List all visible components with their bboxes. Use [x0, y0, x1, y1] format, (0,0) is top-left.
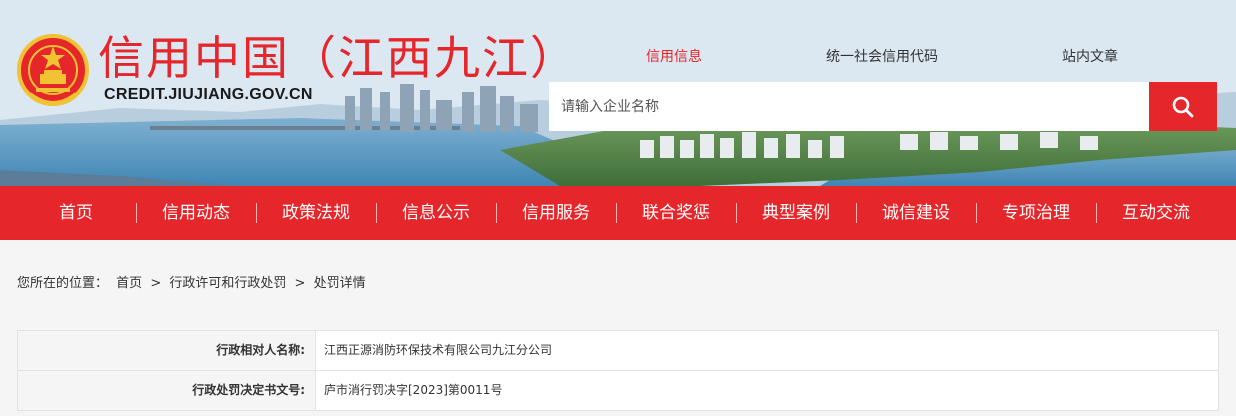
nav-item-interaction[interactable]: 互动交流 — [1096, 186, 1216, 240]
search-tabs: 信用信息 统一社会信用代码 站内文章 — [548, 46, 1216, 70]
nav-item-credit-news[interactable]: 信用动态 — [136, 186, 256, 240]
row-label: 行政处罚决定书文号: — [18, 371, 316, 410]
breadcrumb-home[interactable]: 首页 — [116, 276, 142, 291]
site-header: 信用中国（江西九江） CREDIT.JIUJIANG.GOV.CN 信用信息 统… — [0, 0, 1236, 186]
search-input[interactable] — [549, 82, 1149, 131]
table-row: 行政处罚决定书文号: 庐市消行罚决字[2023]第0011号 — [18, 371, 1218, 411]
breadcrumb-permits-penalties[interactable]: 行政许可和行政处罚 — [169, 276, 286, 291]
row-value: 庐市消行罚决字[2023]第0011号 — [324, 383, 503, 397]
search-tab-site-articles[interactable]: 站内文章 — [1062, 46, 1118, 66]
nav-item-credit-services[interactable]: 信用服务 — [496, 186, 616, 240]
breadcrumb-current: 处罚详情 — [313, 276, 366, 291]
nav-item-info-publicity[interactable]: 信息公示 — [376, 186, 496, 240]
table-row: 行政相对人名称: 江西正源消防环保技术有限公司九江分公司 — [18, 331, 1218, 371]
breadcrumb-separator: > — [294, 276, 306, 291]
site-title: 信用中国（江西九江） — [98, 31, 578, 85]
nav-item-home[interactable]: 首页 — [16, 186, 136, 240]
row-label: 行政相对人名称: — [18, 331, 316, 370]
nav-item-typical-cases[interactable]: 典型案例 — [736, 186, 856, 240]
nav-item-integrity-building[interactable]: 诚信建设 — [856, 186, 976, 240]
search-tab-credit-code[interactable]: 统一社会信用代码 — [826, 46, 938, 66]
search-icon — [1172, 96, 1194, 117]
main-nav: 首页 信用动态 政策法规 信息公示 信用服务 联合奖惩 典型案例 诚信建设 专项… — [0, 186, 1236, 240]
nav-item-special-governance[interactable]: 专项治理 — [976, 186, 1096, 240]
nav-item-joint-rewards[interactable]: 联合奖惩 — [616, 186, 736, 240]
nav-item-policies[interactable]: 政策法规 — [256, 186, 376, 240]
national-emblem-icon — [17, 34, 89, 106]
search-tab-credit-info[interactable]: 信用信息 — [646, 46, 702, 66]
row-value: 江西正源消防环保技术有限公司九江分公司 — [324, 343, 553, 357]
penalty-detail-table: 行政相对人名称: 江西正源消防环保技术有限公司九江分公司 行政处罚决定书文号: … — [17, 330, 1219, 411]
search-button[interactable] — [1149, 82, 1217, 131]
breadcrumb-separator: > — [150, 276, 162, 291]
breadcrumb-prefix: 您所在的位置： — [17, 276, 109, 291]
site-url: CREDIT.JIUJIANG.GOV.CN — [104, 86, 313, 103]
breadcrumb: 您所在的位置： 首页 > 行政许可和行政处罚 > 处罚详情 — [17, 272, 370, 291]
